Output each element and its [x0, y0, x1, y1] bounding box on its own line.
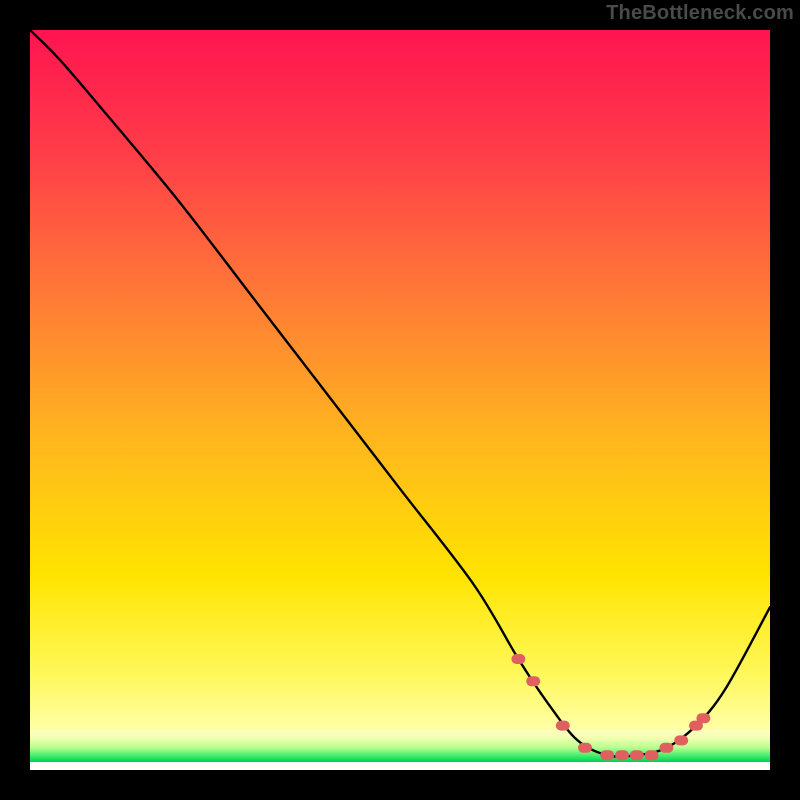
highlight-dot — [600, 750, 614, 760]
plot-container — [30, 30, 770, 770]
bottleneck-chart — [30, 30, 770, 770]
highlight-dot — [645, 750, 659, 760]
bottom-white-strip — [30, 762, 770, 770]
highlight-dot — [578, 743, 592, 753]
gradient-background — [30, 30, 770, 730]
highlight-dot — [674, 735, 688, 745]
highlight-dot — [630, 750, 644, 760]
highlight-dot — [696, 713, 710, 723]
green-band — [30, 730, 770, 762]
highlight-dot — [556, 721, 570, 731]
highlight-dot — [615, 750, 629, 760]
highlight-dot — [659, 743, 673, 753]
highlight-dot — [511, 654, 525, 664]
watermark-text: TheBottleneck.com — [606, 2, 794, 25]
page-root: TheBottleneck.com — [0, 0, 800, 800]
highlight-dot — [526, 676, 540, 686]
